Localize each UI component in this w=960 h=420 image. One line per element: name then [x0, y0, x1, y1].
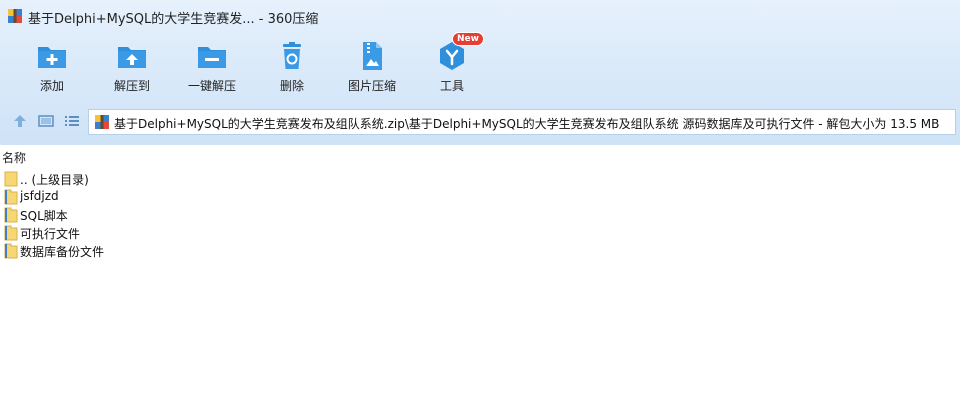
- folder-icon: [4, 207, 18, 223]
- delete-label: 删除: [279, 79, 304, 93]
- list-item-label: 数据库备份文件: [20, 245, 105, 259]
- delete-icon: [283, 42, 301, 69]
- top-chrome: 基于Delphi+MySQL的大学生竞赛发... - 360压缩 添加 解压到 …: [0, 0, 960, 145]
- view-details-icon[interactable]: [38, 113, 54, 129]
- list-item[interactable]: SQL脚本: [0, 206, 300, 224]
- delete-button[interactable]: 删除: [252, 38, 332, 98]
- main-toolbar: 添加 解压到 一键解压 删除 图片压缩 工具 New: [0, 32, 484, 100]
- add-button[interactable]: 添加: [12, 38, 92, 98]
- title-bar: 基于Delphi+MySQL的大学生竞赛发... - 360压缩: [0, 0, 960, 32]
- list-item-parent-dir[interactable]: .. (上级目录): [0, 170, 300, 188]
- list-item-label: SQL脚本: [20, 209, 68, 223]
- list-item[interactable]: 数据库备份文件: [0, 242, 300, 260]
- view-list-icon[interactable]: [64, 113, 80, 129]
- tools-label: 工具: [439, 79, 464, 93]
- folder-icon: [4, 189, 18, 205]
- folder-up-icon: [4, 171, 18, 187]
- new-badge: New: [452, 32, 484, 46]
- tools-button[interactable]: 工具: [412, 38, 492, 98]
- folder-icon: [4, 243, 18, 259]
- one-click-extract-button[interactable]: 一键解压: [172, 38, 252, 98]
- folder-icon: [4, 225, 18, 241]
- address-bar[interactable]: 基于Delphi+MySQL的大学生竞赛发布及组队系统.zip\基于Delphi…: [88, 109, 956, 135]
- add-label: 添加: [39, 79, 64, 93]
- list-item-label: .. (上级目录): [20, 173, 89, 187]
- file-list: .. (上级目录) jsfdjzd SQL脚本 可执行文件 数据库备份文件: [0, 170, 300, 260]
- window-title: 基于Delphi+MySQL的大学生竞赛发... - 360压缩: [28, 12, 319, 27]
- image-compress-button[interactable]: 图片压缩: [332, 38, 412, 98]
- list-item[interactable]: jsfdjzd: [0, 188, 300, 206]
- up-arrow-icon[interactable]: [12, 113, 28, 129]
- extract-to-icon: [118, 47, 146, 68]
- zip-archive-icon: [95, 115, 109, 129]
- extract-to-button[interactable]: 解压到: [92, 38, 172, 98]
- app-window: 基于Delphi+MySQL的大学生竞赛发... - 360压缩 添加 解压到 …: [0, 0, 960, 420]
- list-header: 名称: [0, 148, 960, 166]
- list-item-label: 可执行文件: [20, 227, 81, 241]
- image-compress-label: 图片压缩: [347, 79, 396, 93]
- image-compress-icon: [363, 42, 382, 70]
- navigation-bar: 基于Delphi+MySQL的大学生竞赛发布及组队系统.zip\基于Delphi…: [0, 107, 960, 135]
- add-icon: [38, 47, 66, 68]
- one-click-extract-label: 一键解压: [187, 79, 236, 93]
- address-path: 基于Delphi+MySQL的大学生竞赛发布及组队系统.zip\基于Delphi…: [114, 117, 940, 131]
- archive-app-icon: [8, 9, 22, 23]
- column-name-header[interactable]: 名称: [2, 149, 26, 166]
- list-item[interactable]: 可执行文件: [0, 224, 300, 242]
- list-item-label: jsfdjzd: [20, 189, 59, 203]
- extract-to-label: 解压到: [113, 79, 150, 93]
- one-click-extract-icon: [198, 47, 226, 68]
